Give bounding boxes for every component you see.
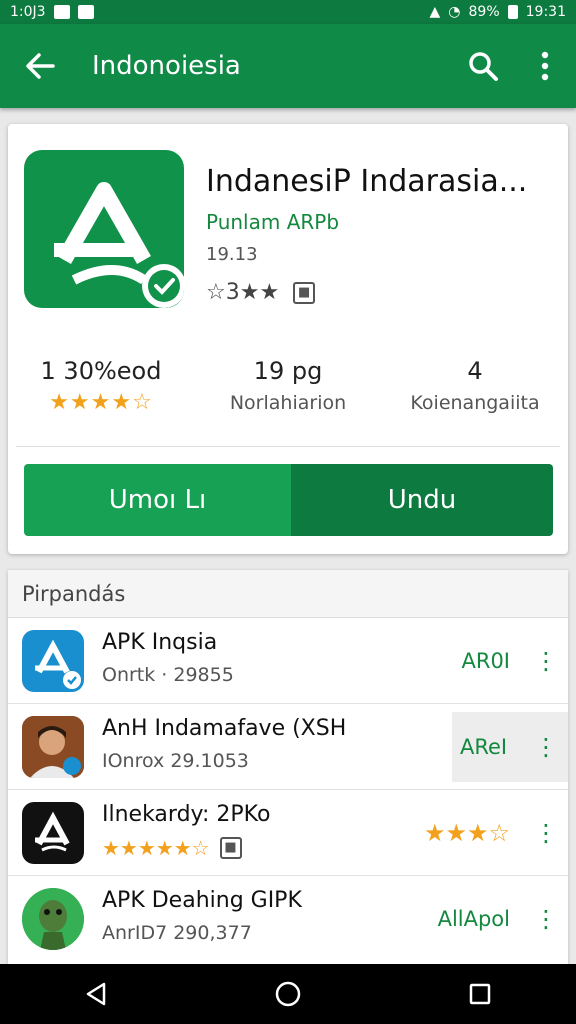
nav-home-button[interactable] [258,964,318,1024]
rating-stars: ★★★☆ [423,819,510,847]
content-rating-icon: ■ [293,281,316,304]
app-rating-row: ☆3★★ ■ [206,280,316,305]
stat-label: Norlahiarion [229,392,347,414]
uninstall-button[interactable]: Umoı Lı [24,464,291,536]
list-item[interactable]: Ilnekardy: 2PKo ★★★★★☆ ■ ★★★☆ ⋮ [8,790,568,876]
content-rating-icon: ■ [219,837,242,859]
nav-home-icon [275,981,301,1007]
more-vert-icon[interactable]: ⋮ [534,790,558,876]
more-vert-icon[interactable]: ⋮ [534,618,558,704]
stat-value: 19 pg [253,357,323,385]
list-item-title: APK Inqsia [102,630,218,655]
install-link[interactable]: AllApol [438,876,510,962]
app-icon [22,630,84,692]
app-toolbar: Indonoiesia [0,24,576,108]
stat-rank: 4 Koienangaiita [382,354,568,418]
status-time-right: 19:31 [525,4,566,20]
nav-recents-icon [469,983,491,1005]
nav-back-icon [86,982,106,1006]
list-item[interactable]: AnH Indamafave (XSH IOnrox 29.1053 AReI … [8,704,568,790]
wifi-icon: ◔ [448,4,461,20]
developer-link[interactable]: Punlam ARPb [206,210,339,234]
stat-stars: ★★★★☆ [49,390,153,415]
related-apps-section: Pirpandás APK Inqsia Onrtk · 29855 AR0I … [8,570,568,964]
more-options-button[interactable] [514,24,576,108]
battery-percent: 89% [468,4,500,20]
avatar [22,716,84,778]
stats-row: 1 30%eod ★★★★☆ 19 pg Norlahiarion 4 Koie… [8,354,568,444]
search-icon [469,52,498,81]
list-item-subtitle: IOnrox 29.1053 [102,750,249,772]
install-link[interactable]: AR0I [461,618,510,704]
more-vert-icon[interactable]: ⋮ [534,704,558,790]
app-title: IndanesiP Indarasia... [206,164,528,199]
search-button[interactable] [452,24,514,108]
app-icon [22,802,84,864]
list-item-title: APK Deahing GIPK [102,888,302,913]
list-item-title: Ilnekardy: 2PKo [102,802,271,827]
list-item[interactable]: APK Inqsia Onrtk · 29855 AR0I ⋮ [8,618,568,704]
signal-icon: ▲ [429,4,441,20]
app-details-card: IndanesiP Indarasia... Punlam ARPb 19.13… [8,124,568,554]
divider [16,446,560,447]
app-rating-stars: ☆3★★ [206,280,280,305]
image-notification-icon [77,5,94,19]
more-vert-icon[interactable]: ⋮ [534,876,558,962]
stat-value: 1 30%eod [40,357,162,385]
rating-stars: ★★★★★☆ [102,836,210,860]
stat-value: 4 [467,357,483,385]
action-buttons: Umoı Lı Undu [24,464,553,536]
status-time-left: 1:0J3 [10,4,46,20]
list-item-subtitle: Onrtk · 29855 [102,664,234,686]
stat-downloads: 1 30%eod ★★★★☆ [8,354,194,418]
list-item-rating: ★★★★★☆ ■ [102,836,242,860]
system-nav-bar [0,964,576,1024]
nav-back-button[interactable] [66,964,126,1024]
list-item[interactable]: APK Deahing GIPK AnrID7 290,377 AllApol … [8,876,568,962]
app-icon [22,888,84,950]
section-header: Pirpandás [8,570,568,618]
stat-size: 19 pg Norlahiarion [195,354,381,418]
toolbar-title: Indonoiesia [92,51,241,81]
back-button[interactable] [0,24,80,108]
app-meta: 19.13 [206,244,258,265]
app-logo-icon [24,150,184,308]
more-vert-icon [541,51,549,81]
notification-icon [53,5,70,19]
install-button[interactable]: Undu [291,464,553,536]
list-item-subtitle: AnrID7 290,377 [102,922,252,944]
back-arrow-icon [26,53,55,79]
battery-icon [507,5,518,19]
stat-label: Koienangaiita [410,392,540,414]
status-bar: 1:0J3 ▲ ◔ 89% 19:31 [0,0,576,24]
nav-recents-button[interactable] [450,964,510,1024]
list-item-title: AnH Indamafave (XSH [102,716,347,741]
